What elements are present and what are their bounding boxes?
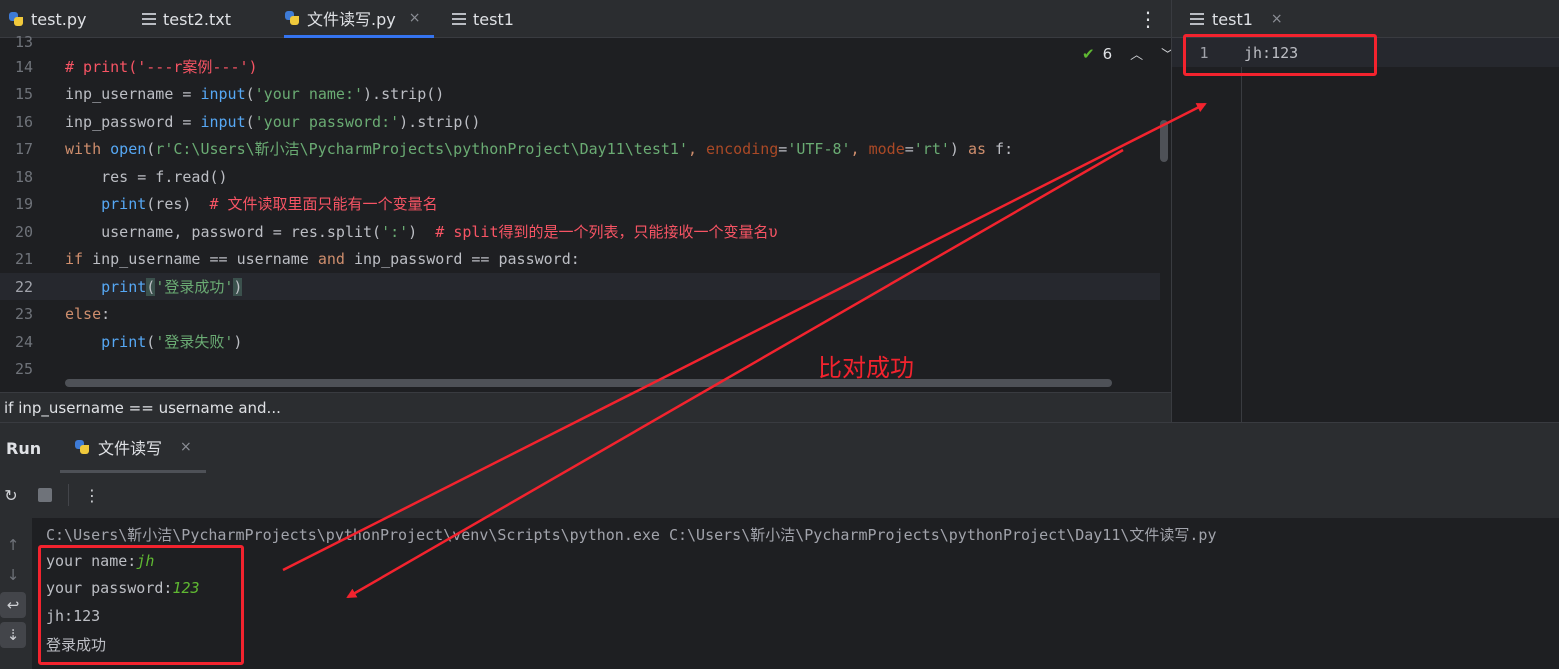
code-text: # print('---r案例---'): [65, 58, 258, 76]
code-line: 21 if inp_username == username and inp_p…: [0, 245, 1160, 272]
code-line: 13: [0, 28, 1160, 55]
tab-label: test.py: [31, 9, 87, 29]
code-line: 15 inp_username = input('your name:').st…: [0, 80, 1160, 107]
line-number: 17: [14, 139, 34, 158]
line-number: 21: [14, 249, 34, 268]
stop-button[interactable]: [34, 484, 56, 506]
inspection-count: 6: [1102, 44, 1113, 63]
code-text: else:: [65, 304, 111, 323]
toolbar-divider: [68, 484, 69, 506]
line-number: 14: [14, 57, 34, 76]
text-file-icon: [142, 13, 156, 25]
line-number: 22: [14, 277, 34, 296]
python-file-icon: [74, 439, 90, 455]
code-line-current: 22 print('登录成功'): [0, 273, 1160, 300]
code-text: print('登录成功'): [101, 278, 243, 296]
main-editor-pane: test.py test2.txt 文件读写.py × test1 ⋮ 13 1…: [0, 0, 1171, 422]
console-side-toolbar: ↑ ↓ ↩ ⇣: [0, 518, 28, 669]
run-config-tab[interactable]: 文件读写 ×: [60, 423, 206, 473]
close-icon[interactable]: ×: [1271, 11, 1283, 27]
console-output[interactable]: C:\Users\靳小洁\PycharmProjects\pythonProje…: [32, 518, 1559, 669]
code-text: with open(r'C:\Users\靳小洁\PycharmProjects…: [65, 140, 1014, 158]
line-number: 19: [14, 194, 34, 213]
chevron-down-icon[interactable]: ﹀: [1161, 44, 1171, 63]
code-line: 23 else:: [0, 300, 1160, 327]
check-icon: ✔: [1082, 44, 1095, 63]
more-icon[interactable]: ⋮: [81, 484, 103, 506]
breadcrumb[interactable]: if inp_username == username and...: [0, 392, 1171, 422]
rerun-icon[interactable]: ↻: [0, 484, 22, 506]
code-line: 19 print(res) # 文件读取里面只能有一个变量名: [0, 190, 1160, 217]
python-file-icon: [8, 11, 24, 27]
gutter: [1172, 38, 1242, 422]
code-line: 16 inp_password = input('your password:'…: [0, 108, 1160, 135]
code-line: 18 res = f.read(): [0, 163, 1160, 190]
run-toolbar: ↻ ⋮: [0, 473, 1559, 517]
annotation-box-console: [38, 545, 244, 665]
line-number: 16: [14, 112, 34, 131]
code-text: inp_password = input('your password:').s…: [65, 112, 481, 131]
split-editor-tab-bar: test1 ×: [1172, 0, 1559, 38]
annotation-label: 比对成功: [818, 354, 914, 382]
python-file-icon: [284, 10, 300, 26]
scroll-down-icon[interactable]: ↓: [0, 562, 26, 588]
soft-wrap-icon[interactable]: ↩: [0, 592, 26, 618]
line-number: 25: [14, 359, 34, 378]
line-number: 24: [14, 332, 34, 351]
code-text: username, password = res.split(':') # sp…: [65, 223, 778, 241]
vertical-scrollbar[interactable]: [1160, 120, 1168, 162]
scroll-to-end-icon[interactable]: ⇣: [0, 622, 26, 648]
line-number: 20: [14, 222, 34, 241]
inspection-widget[interactable]: ✔ 6 ︿ ﹀: [1082, 44, 1171, 64]
code-text: inp_username = input('your name:').strip…: [65, 84, 445, 103]
code-line: 20 username, password = res.split(':') #…: [0, 218, 1160, 245]
horizontal-scrollbar[interactable]: [65, 379, 1112, 387]
code-line: 25: [0, 355, 1160, 382]
run-tab-label: 文件读写: [98, 438, 163, 458]
run-title: Run: [6, 439, 42, 458]
line-number: 18: [14, 167, 34, 186]
close-icon[interactable]: ×: [409, 10, 421, 26]
code-line: 24 print('登录失败'): [0, 328, 1160, 355]
tab-test1-split[interactable]: test1 ×: [1190, 0, 1283, 38]
line-number: 13: [14, 32, 34, 51]
tab-label: test1: [473, 9, 514, 29]
code-line: 14 # print('---r案例---'): [0, 53, 1160, 80]
tab-label: 文件读写.py: [307, 9, 396, 29]
scroll-up-icon[interactable]: ↑: [0, 532, 26, 558]
tab-label: test2.txt: [163, 9, 232, 29]
tab-label: test1: [1212, 9, 1253, 29]
code-text: print(res) # 文件读取里面只能有一个变量名: [101, 195, 438, 213]
annotation-box-file: [1183, 34, 1377, 76]
line-number: 15: [14, 84, 34, 103]
stop-icon: [38, 488, 52, 502]
code-text: print('登录失败'): [101, 333, 243, 351]
run-header: Run 文件读写 ×: [0, 423, 1559, 473]
chevron-up-icon[interactable]: ︿: [1130, 44, 1143, 63]
console-command: C:\Users\靳小洁\PycharmProjects\pythonProje…: [46, 526, 1217, 544]
text-file-icon: [1190, 13, 1204, 25]
line-number: 23: [14, 304, 34, 323]
code-line: 17 with open(r'C:\Users\靳小洁\PycharmProje…: [0, 135, 1160, 162]
close-icon[interactable]: ×: [180, 439, 192, 455]
code-editor[interactable]: 13 14 # print('---r案例---') 15 inp_userna…: [0, 33, 1171, 390]
code-text: if inp_username == username and inp_pass…: [65, 249, 580, 268]
text-file-icon: [452, 13, 466, 25]
code-text: res = f.read(): [65, 167, 228, 186]
